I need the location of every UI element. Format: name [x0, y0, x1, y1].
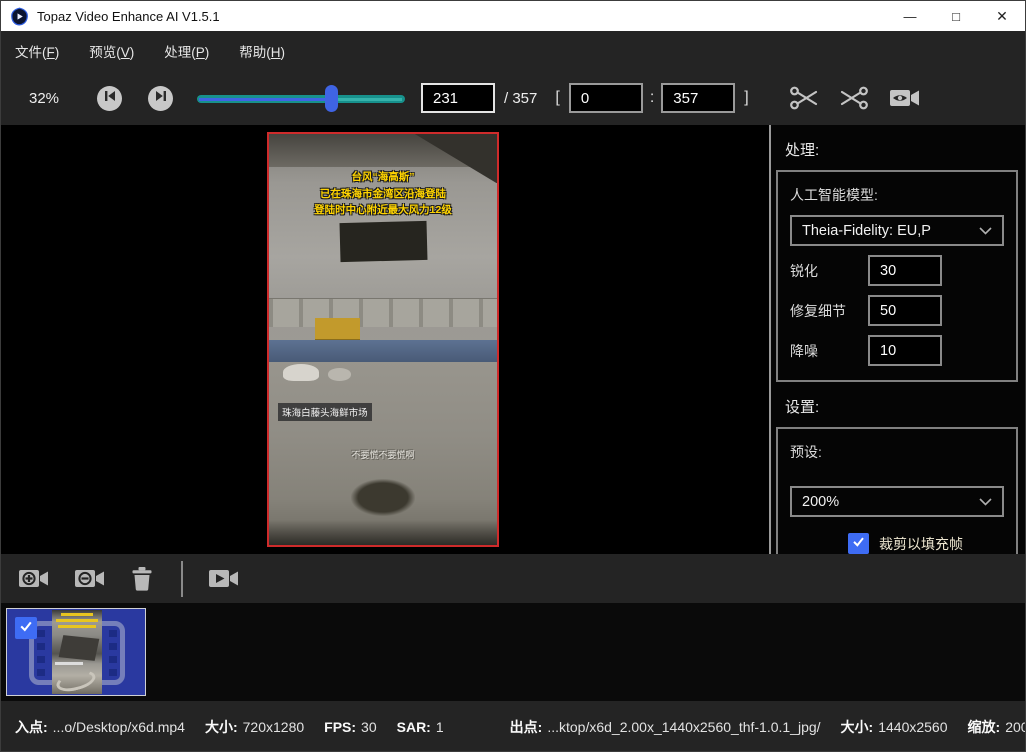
range-colon: :: [650, 89, 654, 107]
video-caption-overlay: 不要慌不要慌啊: [269, 448, 497, 461]
thumbnail-image: [52, 610, 102, 694]
preset-label: 预设:: [790, 442, 1004, 462]
scene-submerged-car: [328, 368, 351, 380]
current-frame-input[interactable]: [421, 83, 495, 113]
ai-model-label: 人工智能模型:: [790, 185, 1004, 205]
scene-bottom-shade: [269, 520, 497, 545]
status-in-point: 入点:...o/Desktop/x6d.mp4: [15, 717, 185, 737]
app-window: Topaz Video Enhance AI V1.5.1 — □ ✕ 文件(F…: [0, 0, 1026, 752]
scene-blue-wall: [269, 340, 497, 365]
status-in-size: 大小:720x1280: [205, 717, 304, 737]
status-fps: FPS:30: [324, 719, 376, 735]
dropdown-chevron-icon: [979, 222, 992, 240]
timeline-handle[interactable]: [325, 85, 338, 112]
settings-heading: 设置:: [785, 396, 1025, 417]
app-logo-icon: [10, 7, 29, 26]
denoise-label: 降噪: [790, 341, 868, 361]
settings-panel: 处理: 人工智能模型: Theia-Fidelity: EU,P 锐化 修复细节: [771, 125, 1025, 554]
main-area: 台风“海高斯” 已在珠海市金湾区沿海登陆 登陆时中心附近最大风力12级 珠海白藤…: [1, 125, 1025, 554]
remove-clip-icon[interactable]: [73, 566, 107, 592]
timeline-progress: [199, 98, 332, 101]
next-frame-icon: [155, 89, 167, 107]
maximize-button[interactable]: □: [933, 1, 979, 31]
minimize-button[interactable]: —: [887, 1, 933, 31]
status-sar: SAR:1: [397, 719, 444, 735]
status-out-point: 出点:...ktop/x6d_2.00x_1440x2560_thf-1.0.1…: [510, 717, 821, 737]
window-title: Topaz Video Enhance AI V1.5.1: [37, 9, 220, 24]
sharpen-input[interactable]: [868, 255, 942, 286]
prev-frame-button[interactable]: [97, 86, 122, 111]
statusbar: 入点:...o/Desktop/x6d.mp4 大小:720x1280 FPS:…: [1, 701, 1025, 752]
menu-help[interactable]: 帮助(H): [239, 41, 285, 61]
split-scissors-icon[interactable]: [839, 85, 869, 111]
video-location-label: 珠海白藤头海鲜市场: [278, 403, 372, 421]
timeline-slider[interactable]: [197, 85, 405, 112]
menu-file[interactable]: 文件(F): [15, 41, 59, 61]
thumbnail-checkbox[interactable]: [15, 617, 37, 639]
checkbox-check-icon: [18, 618, 34, 639]
video-preview-frame[interactable]: 台风“海高斯” 已在珠海市金湾区沿海登陆 登陆时中心附近最大风力12级 珠海白藤…: [267, 132, 499, 547]
preset-value: 200%: [802, 494, 839, 510]
toolbar-divider: [181, 561, 183, 597]
dropdown-chevron-icon: [979, 493, 992, 511]
preset-dropdown[interactable]: 200%: [790, 486, 1004, 517]
status-scale: 缩放:200%: [968, 717, 1026, 737]
close-button[interactable]: ✕: [979, 1, 1025, 31]
preview-area: 台风“海高斯” 已在珠海市金湾区沿海登陆 登陆时中心附近最大风力12级 珠海白藤…: [1, 125, 769, 554]
delete-clip-icon[interactable]: [129, 565, 155, 592]
settings-groupbox: 预设: 200% 裁剪以填充帧: [776, 427, 1018, 554]
clip-toolbar: [1, 554, 1025, 603]
scene-bridge: [269, 298, 497, 327]
prev-frame-icon: [104, 89, 116, 107]
scene-hanging-sign: [339, 221, 427, 262]
sharpen-label: 锐化: [790, 261, 868, 281]
timeline-remaining: [338, 98, 402, 101]
range-end-input[interactable]: [661, 83, 735, 113]
status-out-size: 大小:1440x2560: [841, 717, 948, 737]
playback-toolbar: 32% / 357 [ : ]: [1, 71, 1025, 125]
range-open-bracket: [: [555, 89, 559, 107]
menubar: 文件(F) 预览(V) 处理(P) 帮助(H): [1, 31, 1025, 71]
process-clip-icon[interactable]: [207, 566, 241, 592]
preview-camera-icon[interactable]: [889, 86, 921, 110]
titlebar: Topaz Video Enhance AI V1.5.1 — □ ✕: [1, 1, 1025, 31]
crop-to-fill-label: 裁剪以填充帧: [879, 534, 963, 554]
video-preview-image: 台风“海高斯” 已在珠海市金湾区沿海登陆 登陆时中心附近最大风力12级 珠海白藤…: [269, 134, 497, 545]
restore-detail-input[interactable]: [868, 295, 942, 326]
menu-preview[interactable]: 预览(V): [89, 41, 134, 61]
scene-submerged-car: [283, 364, 319, 380]
video-headline-overlay: 台风“海高斯” 已在珠海市金湾区沿海登陆 登陆时中心附近最大风力12级: [269, 169, 497, 218]
ai-model-value: Theia-Fidelity: EU,P: [802, 223, 931, 239]
ai-model-dropdown[interactable]: Theia-Fidelity: EU,P: [790, 215, 1004, 246]
add-clip-icon[interactable]: [17, 566, 51, 592]
crop-to-fill-checkbox[interactable]: [848, 533, 869, 554]
checkbox-check-icon: [851, 534, 866, 554]
scene-debris: [351, 479, 415, 516]
range-close-bracket: ]: [744, 89, 748, 107]
processing-groupbox: 人工智能模型: Theia-Fidelity: EU,P 锐化 修复细节 降噪: [776, 170, 1018, 382]
next-frame-button[interactable]: [148, 86, 173, 111]
range-start-input[interactable]: [569, 83, 643, 113]
menu-process[interactable]: 处理(P): [164, 41, 209, 61]
zoom-level-readout: 32%: [29, 90, 71, 107]
video-thumbnail-item[interactable]: [6, 608, 146, 696]
processing-heading: 处理:: [785, 139, 1025, 160]
thumbnail-strip: [1, 603, 1025, 701]
frame-total-readout: / 357: [504, 90, 537, 107]
scene-yellow-container: [315, 318, 361, 341]
restore-detail-label: 修复细节: [790, 301, 868, 321]
denoise-input[interactable]: [868, 335, 942, 366]
trim-scissors-icon[interactable]: [789, 85, 819, 111]
